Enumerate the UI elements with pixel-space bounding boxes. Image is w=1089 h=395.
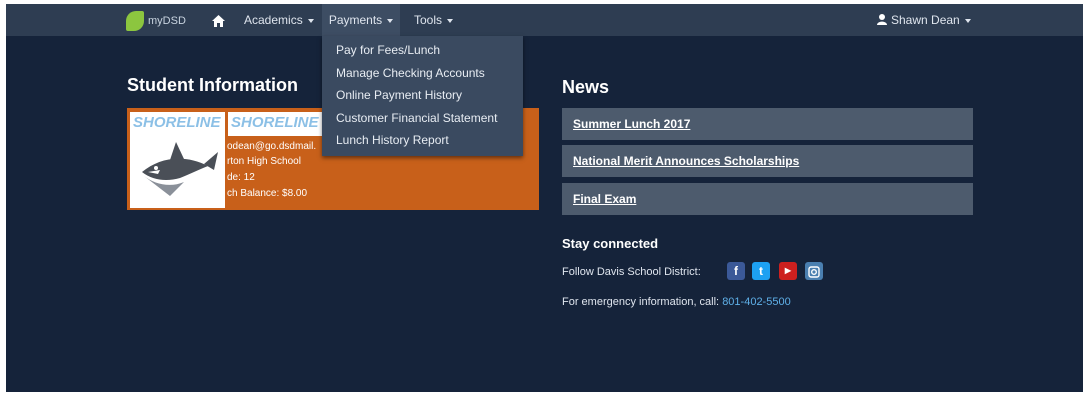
emergency-text: For emergency information, call: (562, 296, 720, 308)
news-item[interactable]: Summer Lunch 2017 (562, 108, 973, 140)
student-info-heading: Student Information (127, 75, 298, 95)
news-link[interactable]: National Merit Announces Scholarships (573, 154, 799, 168)
school-banner-text: SHORELINE (231, 114, 319, 131)
youtube-icon[interactable]: ▶ (779, 262, 797, 280)
follow-text: Follow Davis School District: (562, 266, 701, 278)
menu-item-manage-checking[interactable]: Manage Checking Accounts (336, 63, 485, 83)
news-link[interactable]: Summer Lunch 2017 (573, 117, 690, 131)
payments-dropdown-menu: Pay for Fees/Lunch Manage Checking Accou… (322, 36, 523, 156)
twitter-icon[interactable]: t (752, 262, 770, 280)
nav-payments[interactable]: Payments (322, 4, 400, 36)
menu-item-lunch-history[interactable]: Lunch History Report (336, 130, 449, 150)
home-icon[interactable] (212, 4, 225, 36)
student-lunch-balance: ch Balance: $8.00 (227, 188, 308, 199)
school-banner: SHORELINE (228, 112, 322, 136)
menu-item-pay-fees[interactable]: Pay for Fees/Lunch (336, 40, 440, 60)
news-link[interactable]: Final Exam (573, 192, 636, 206)
emergency-phone-link[interactable]: 801-402-5500 (722, 296, 791, 308)
top-navbar: myDSD Academics Payments Tools Shawn Dea… (6, 4, 1083, 36)
brand-name: myDSD (148, 14, 186, 27)
stay-connected-heading: Stay connected (562, 236, 659, 251)
nav-tools[interactable]: Tools (414, 4, 454, 36)
news-item[interactable]: National Merit Announces Scholarships (562, 145, 973, 177)
student-school: rton High School (227, 156, 301, 167)
emergency-info: For emergency information, call: 801-402… (562, 296, 791, 308)
user-icon (877, 5, 887, 37)
leaf-logo-icon (126, 10, 144, 31)
user-name: Shawn Dean (891, 13, 960, 27)
menu-item-financial-statement[interactable]: Customer Financial Statement (336, 108, 497, 128)
user-menu[interactable]: Shawn Dean (877, 4, 971, 36)
nav-tools-label: Tools (414, 13, 443, 27)
chevron-down-icon (387, 18, 394, 23)
chevron-down-icon (307, 18, 314, 23)
school-logo: SHORELINE (130, 112, 225, 208)
chevron-down-icon (447, 18, 454, 23)
student-grade: de: 12 (227, 172, 255, 183)
instagram-icon[interactable] (805, 262, 823, 280)
nav-academics[interactable]: Academics (244, 4, 314, 36)
menu-item-payment-history[interactable]: Online Payment History (336, 85, 462, 105)
page-frame: myDSD Academics Payments Tools Shawn Dea… (6, 4, 1083, 392)
news-item[interactable]: Final Exam (562, 183, 973, 215)
shark-icon (142, 142, 218, 196)
student-email: odean@go.dsdmail. (227, 141, 317, 152)
facebook-icon[interactable]: f (727, 262, 745, 280)
nav-payments-label: Payments (328, 13, 383, 27)
nav-academics-label: Academics (244, 13, 303, 27)
chevron-down-icon (964, 18, 971, 23)
news-heading: News (562, 77, 610, 97)
brand-logo[interactable]: myDSD (126, 4, 186, 36)
